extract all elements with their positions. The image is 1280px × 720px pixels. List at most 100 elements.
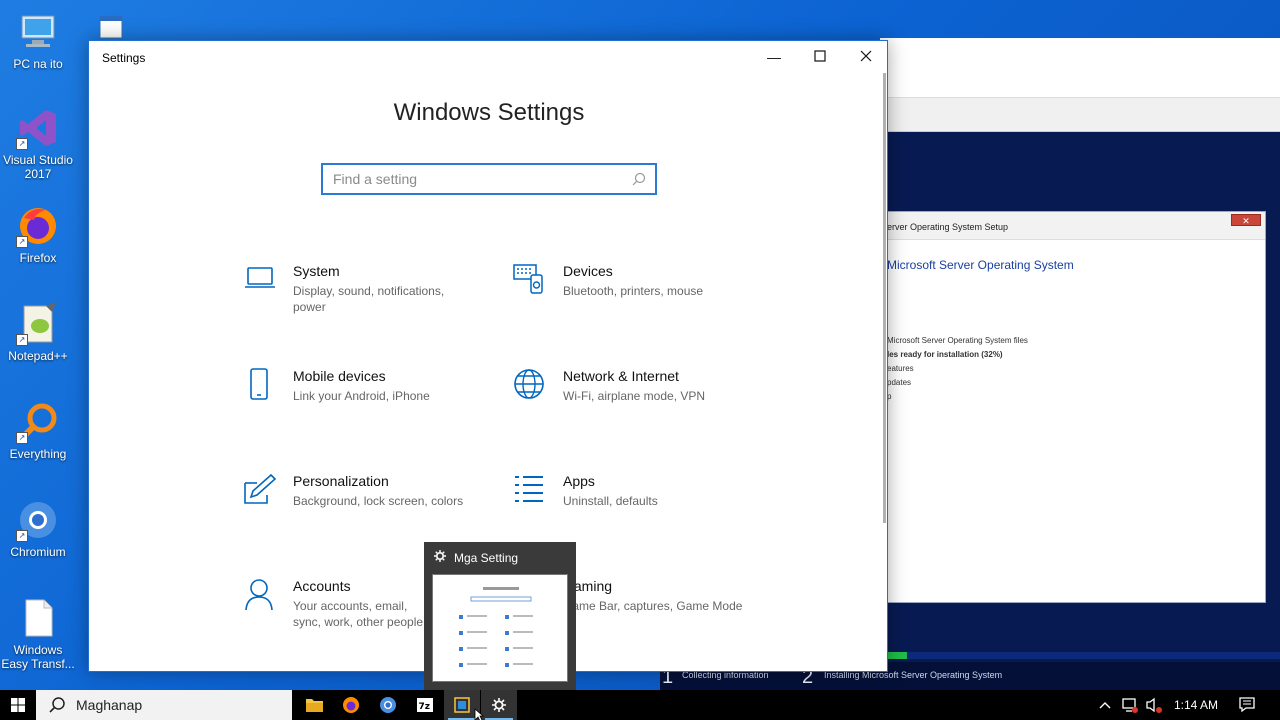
category-description: Display, sound, notifications, power [293, 284, 445, 314]
window-title: Settings [102, 51, 146, 65]
setup-progress-fill [887, 652, 907, 659]
setup-line: Microsoft Server Operating System files [887, 336, 1028, 345]
desktop-icon-label: Everything [9, 447, 67, 461]
desktop-icon-label: Firefox [19, 251, 57, 265]
category-description: Game Bar, captures, Game Mode [563, 599, 743, 613]
magnifier-icon: ↗ [16, 400, 60, 444]
keyboard-icon [513, 263, 547, 297]
taskbar-thumbnail-preview[interactable]: Mga Setting [424, 542, 576, 690]
setup-dialog[interactable]: erver Operating System Setup ✕ Microsoft… [880, 211, 1266, 603]
chromium-icon [370, 697, 406, 720]
notification-icon [1238, 697, 1256, 720]
taskbar-file-explorer[interactable] [296, 690, 332, 720]
search-input[interactable] [323, 165, 655, 193]
category-personalization[interactable]: Personalization Background, lock screen,… [243, 473, 473, 533]
phone-icon [243, 368, 277, 402]
desktop-icon-notepadpp[interactable]: ↗ Notepad++ [0, 302, 76, 363]
search-icon[interactable] [631, 171, 647, 187]
mouse-cursor [474, 708, 485, 720]
volume-tray-button[interactable] [1144, 690, 1164, 720]
gear-icon [434, 550, 448, 565]
category-description: Background, lock screen, colors [293, 494, 464, 508]
show-hidden-icons-button[interactable] [1098, 690, 1112, 720]
blank-document-icon [16, 596, 60, 640]
category-name: Accounts [293, 578, 351, 594]
scrollbar[interactable] [883, 73, 886, 523]
category-name: Apps [563, 473, 595, 489]
maximize-button[interactable] [797, 41, 843, 73]
close-button[interactable] [843, 41, 889, 73]
notepadpp-icon: ↗ [16, 302, 60, 346]
category-name: Network & Internet [563, 368, 679, 384]
network-disconnected-icon [1120, 698, 1140, 720]
paint-icon [243, 473, 277, 507]
setup-close-button[interactable]: ✕ [1231, 214, 1261, 226]
desktop-icon-label: Windows Easy Transf... [1, 643, 75, 671]
desktop-icon-easy-transfer[interactable]: Windows Easy Transf... [0, 596, 76, 671]
category-description: Link your Android, iPhone [293, 389, 430, 403]
desktop-icon-this-pc[interactable]: PC na ito [0, 10, 76, 71]
shortcut-arrow-icon: ↗ [16, 236, 28, 248]
chromium-icon: ↗ [16, 498, 60, 542]
globe-icon [513, 368, 547, 402]
shortcut-arrow-icon: ↗ [16, 530, 28, 542]
network-tray-button[interactable] [1120, 690, 1140, 720]
clock[interactable]: 1:14 AM [1174, 690, 1218, 720]
background-browser-window[interactable]: erver Operating System Setup ✕ Microsoft… [880, 38, 1280, 670]
setup-line: eatures [887, 364, 914, 373]
desktop-icon-label: Notepad++ [8, 349, 68, 363]
taskbar-chromium[interactable] [370, 690, 406, 720]
background-window-toolbar [880, 98, 1280, 132]
volume-muted-icon [1144, 697, 1164, 720]
minimize-button[interactable]: — [751, 41, 797, 73]
category-network-internet[interactable]: Network & Internet Wi-Fi, airplane mode,… [513, 368, 743, 428]
taskbar-7zip[interactable]: 7z [407, 690, 443, 720]
svg-text:7z: 7z [419, 702, 431, 712]
shortcut-arrow-icon: ↗ [16, 432, 28, 444]
shortcut-arrow-icon: ↗ [16, 138, 28, 150]
chevron-up-icon [1098, 702, 1112, 720]
computer-icon [16, 10, 60, 54]
taskbar-search-box[interactable]: Maghanap [36, 690, 292, 720]
category-devices[interactable]: Devices Bluetooth, printers, mouse [513, 263, 743, 323]
category-description: Your accounts, email, sync, work, other … [293, 599, 424, 629]
minimize-icon: — [767, 49, 781, 65]
desktop-icon-label: Chromium [10, 545, 66, 559]
maximize-icon [814, 49, 826, 65]
shortcut-arrow-icon: ↗ [16, 334, 28, 346]
desktop-icon-everything[interactable]: ↗ Everything [0, 400, 76, 461]
visual-studio-icon: ↗ [16, 106, 60, 150]
category-mobile-devices[interactable]: Mobile devices Link your Android, iPhone [243, 368, 473, 428]
setup-line: les ready for installation (32%) [887, 350, 1003, 359]
person-icon [243, 578, 277, 612]
taskbar-search-label: Maghanap [76, 697, 143, 713]
category-description: Bluetooth, printers, mouse [563, 284, 704, 298]
thumbnail-image [432, 574, 568, 682]
desktop-icon-firefox[interactable]: ↗ Firefox [0, 204, 76, 265]
search-box[interactable] [321, 163, 657, 195]
desktop-icon-visual-studio[interactable]: ↗ Visual Studio 2017 [0, 106, 76, 181]
desktop-icon-label: Visual Studio 2017 [3, 153, 73, 181]
taskbar-settings[interactable] [481, 690, 517, 720]
category-system[interactable]: System Display, sound, notifications, po… [243, 263, 473, 323]
category-apps[interactable]: Apps Uninstall, defaults [513, 473, 743, 533]
close-icon [860, 49, 872, 65]
action-center-button[interactable] [1238, 690, 1256, 720]
7zip-icon: 7z [407, 698, 443, 720]
category-name: System [293, 263, 340, 279]
start-button[interactable] [0, 690, 36, 720]
setup-status-lines: Microsoft Server Operating System files … [887, 334, 1028, 404]
desktop-icon-label: PC na ito [13, 57, 63, 71]
category-description: Wi-Fi, airplane mode, VPN [563, 389, 706, 403]
category-name: Mobile devices [293, 368, 386, 384]
laptop-icon [243, 263, 277, 297]
setup-line: p [887, 392, 892, 401]
desktop-icon-chromium[interactable]: ↗ Chromium [0, 498, 76, 559]
page-title: Windows Settings [393, 99, 585, 126]
apps-list-icon [513, 473, 547, 507]
search-icon [48, 696, 66, 719]
taskbar-firefox[interactable] [333, 690, 369, 720]
setup-heading: Microsoft Server Operating System [887, 258, 1074, 272]
setup-progress-bar [887, 652, 1280, 659]
taskbar: Maghanap 7z 1:14 AM [0, 690, 1280, 720]
